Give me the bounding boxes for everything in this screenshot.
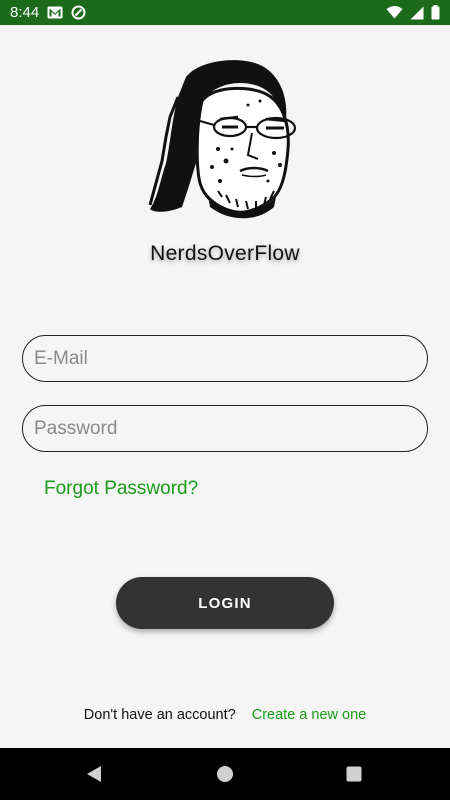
back-icon[interactable] xyxy=(85,765,103,783)
login-button[interactable]: LOGIN xyxy=(116,577,334,629)
gmail-icon xyxy=(47,6,63,19)
signup-prompt: Don't have an account? xyxy=(83,707,236,723)
signup-row: Don't have an account? Create a new one xyxy=(0,707,450,723)
forgot-password-link[interactable]: Forgot Password? xyxy=(44,478,198,500)
password-field[interactable] xyxy=(22,405,428,452)
status-right xyxy=(386,5,440,20)
email-field[interactable] xyxy=(22,335,428,382)
signal-icon xyxy=(410,6,424,20)
nav-bar xyxy=(0,748,450,800)
home-icon[interactable] xyxy=(216,765,234,783)
status-time: 8:44 xyxy=(10,4,40,21)
create-account-link[interactable]: Create a new one xyxy=(252,707,366,723)
recents-icon[interactable] xyxy=(345,765,363,783)
status-bar: 8:44 xyxy=(0,0,450,25)
nerd-face-logo xyxy=(148,57,300,225)
battery-icon xyxy=(431,5,440,20)
wifi-icon xyxy=(386,6,403,19)
status-left: 8:44 xyxy=(10,4,86,21)
app-name: NerdsOverFlow xyxy=(150,242,300,265)
data-saver-icon xyxy=(71,5,86,20)
